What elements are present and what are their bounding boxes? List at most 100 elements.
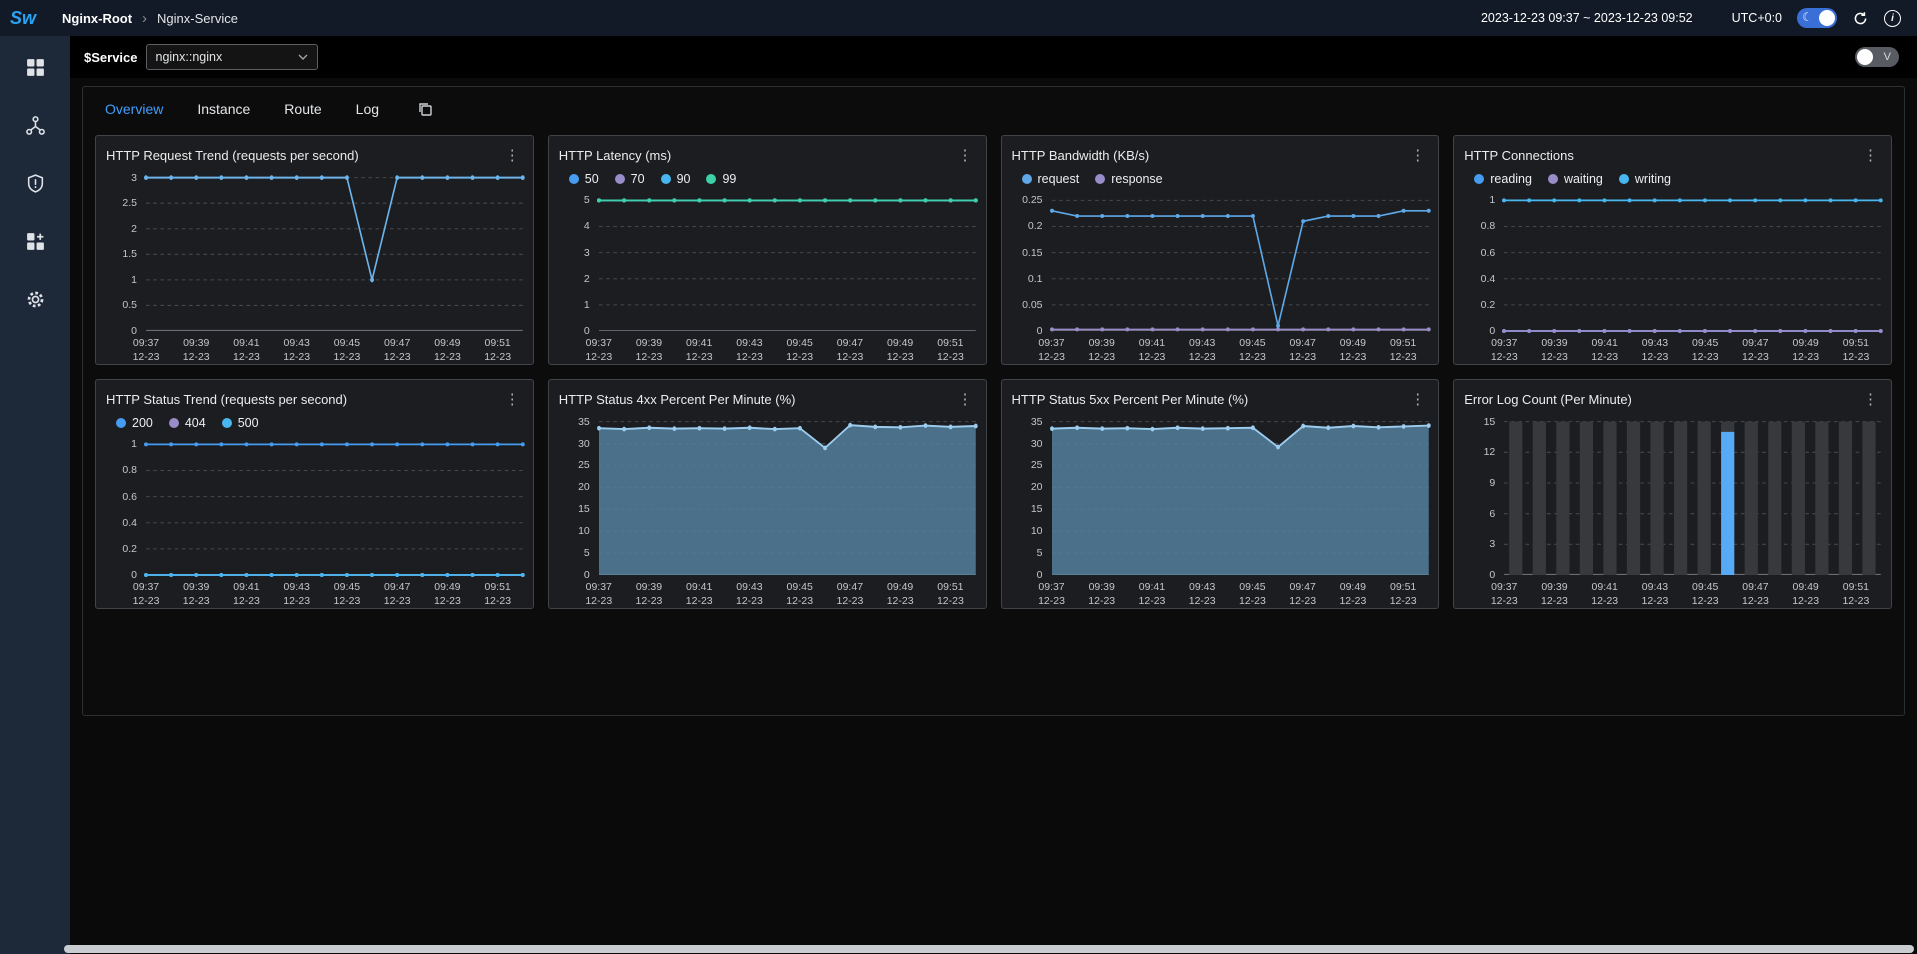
chart-menu-button[interactable]: ⋮	[1407, 148, 1428, 163]
x-tick-label: 09:4312-23	[736, 581, 763, 608]
tab-log[interactable]: Log	[356, 101, 379, 117]
tab-bar: Overview Instance Route Log	[83, 87, 1904, 129]
chart-menu-button[interactable]: ⋮	[1407, 392, 1428, 407]
tab-overview[interactable]: Overview	[105, 101, 163, 117]
chart-menu-button[interactable]: ⋮	[955, 148, 976, 163]
sidebar-item-dashboards[interactable]	[22, 54, 48, 80]
info-icon[interactable]: i	[1884, 10, 1901, 27]
y-tick-label: 0.2	[122, 543, 137, 555]
alert-shield-icon	[25, 173, 46, 194]
x-tick-label: 09:4312-23	[283, 581, 310, 608]
y-tick-label: 0.15	[1022, 247, 1042, 259]
chart-plot	[599, 193, 976, 331]
legend-item[interactable]: reading	[1474, 172, 1532, 186]
legend-label: 90	[677, 172, 691, 186]
x-tick-label: 09:5112-23	[484, 337, 511, 364]
app-logo[interactable]: Sw	[10, 8, 62, 29]
y-tick-label: 0.4	[1481, 273, 1496, 285]
x-tick-label: 09:4712-23	[1289, 581, 1316, 608]
legend-item[interactable]: response	[1095, 172, 1162, 186]
sidebar-item-settings[interactable]	[22, 286, 48, 312]
y-tick-label: 35	[578, 416, 590, 428]
x-tick-label: 09:4712-23	[1742, 581, 1769, 608]
chart-menu-button[interactable]: ⋮	[955, 392, 976, 407]
x-tick-label: 09:4312-23	[1189, 581, 1216, 608]
marketplace-blocks-icon	[25, 231, 46, 252]
view-mode-toggle[interactable]: V	[1855, 47, 1899, 67]
legend-item[interactable]: 200	[116, 416, 153, 430]
tab-instance[interactable]: Instance	[197, 101, 250, 117]
x-tick-label: 09:3912-23	[636, 581, 663, 608]
chart-body: 00.050.10.150.20.2509:3712-2309:3912-230…	[1012, 193, 1429, 358]
x-axis: 09:3712-2309:3912-2309:4112-2309:4312-23…	[1504, 331, 1881, 358]
y-tick-label: 30	[1031, 438, 1043, 450]
y-tick-label: 0	[1489, 325, 1495, 337]
legend-dot-icon	[569, 174, 579, 184]
y-tick-label: 30	[578, 438, 590, 450]
legend-item[interactable]: 70	[615, 172, 645, 186]
copy-tab-button[interactable]	[417, 101, 433, 117]
chart-menu-button[interactable]: ⋮	[502, 392, 523, 407]
main-content: $Service nginx::nginx V Overview Instanc…	[70, 36, 1917, 954]
y-axis: 00.050.10.150.20.25	[1012, 193, 1052, 331]
y-tick-label: 20	[1031, 481, 1043, 493]
legend-item[interactable]: request	[1022, 172, 1080, 186]
x-tick-label: 09:4512-23	[786, 581, 813, 608]
x-tick-label: 09:3712-23	[1491, 337, 1518, 364]
x-tick-label: 09:4712-23	[836, 581, 863, 608]
legend-dot-icon	[222, 418, 232, 428]
service-select[interactable]: nginx::nginx	[146, 44, 318, 70]
breadcrumb-root[interactable]: Nginx-Root	[62, 11, 132, 26]
y-axis: 00.20.40.60.81	[1464, 193, 1504, 331]
legend-item[interactable]: writing	[1619, 172, 1671, 186]
chart-title: HTTP Request Trend (requests per second)	[106, 148, 359, 163]
refresh-button[interactable]	[1852, 10, 1869, 27]
y-tick-label: 1.5	[122, 248, 137, 260]
legend-item[interactable]: 50	[569, 172, 599, 186]
y-axis: 05101520253035	[559, 413, 599, 575]
chart-body: 01234509:3712-2309:3912-2309:4112-2309:4…	[559, 193, 976, 358]
x-tick-label: 09:3712-23	[1038, 337, 1065, 364]
chart-title: HTTP Bandwidth (KB/s)	[1012, 148, 1150, 163]
sidebar-item-marketplace[interactable]	[22, 228, 48, 254]
y-tick-label: 9	[1489, 477, 1495, 489]
y-axis: 00.511.522.53	[106, 169, 146, 331]
x-tick-label: 09:5112-23	[1842, 337, 1869, 364]
legend-item[interactable]: 404	[169, 416, 206, 430]
x-tick-label: 09:3712-23	[1038, 581, 1065, 608]
tab-route[interactable]: Route	[284, 101, 321, 117]
chart-card: HTTP Status 5xx Percent Per Minute (%)⋮0…	[1001, 379, 1440, 609]
sidebar-item-alerting[interactable]	[22, 170, 48, 196]
y-tick-label: 0	[1037, 569, 1043, 581]
chart-card-header: Error Log Count (Per Minute)⋮	[1464, 387, 1881, 411]
chart-menu-button[interactable]: ⋮	[1860, 392, 1881, 407]
sidebar-item-topology[interactable]	[22, 112, 48, 138]
legend-item[interactable]: 99	[706, 172, 736, 186]
chart-card: HTTP Status 4xx Percent Per Minute (%) ⋮ 0…	[548, 379, 987, 609]
legend-dot-icon	[661, 174, 671, 184]
chart-menu-button[interactable]: ⋮	[1860, 148, 1881, 163]
chart-menu-button[interactable]: ⋮	[502, 148, 523, 163]
time-range-picker[interactable]: 2023-12-23 09:37 ~ 2023-12-23 09:52	[1481, 11, 1693, 25]
x-tick-label: 09:3912-23	[1541, 581, 1568, 608]
chart-card: HTTP Latency (ms)⋮5070909901234509:3712-…	[548, 135, 987, 365]
breadcrumb-current[interactable]: Nginx-Service	[157, 11, 238, 26]
y-tick-label: 0	[131, 325, 137, 337]
chevron-right-icon: ›	[142, 11, 147, 26]
chart-card-header: HTTP Status Trend (requests per second)⋮	[106, 387, 523, 411]
y-tick-label: 0.4	[122, 517, 137, 529]
x-tick-label: 09:4312-23	[1189, 337, 1216, 364]
view-mode-label: V	[1884, 51, 1891, 63]
y-tick-label: 15	[578, 503, 590, 515]
legend-item[interactable]: 90	[661, 172, 691, 186]
legend-item[interactable]: waiting	[1548, 172, 1603, 186]
x-tick-label: 09:5112-23	[484, 581, 511, 608]
legend-label: 70	[631, 172, 645, 186]
chart-card-header: HTTP Status 4xx Percent Per Minute (%) ⋮	[559, 387, 976, 411]
chart-title: HTTP Status 4xx Percent Per Minute (%)	[559, 392, 796, 407]
chart-plot	[599, 413, 976, 575]
horizontal-scrollbar[interactable]	[64, 945, 1914, 953]
y-tick-label: 2.5	[122, 197, 137, 209]
theme-toggle[interactable]: ☾	[1797, 8, 1837, 28]
legend-item[interactable]: 500	[222, 416, 259, 430]
